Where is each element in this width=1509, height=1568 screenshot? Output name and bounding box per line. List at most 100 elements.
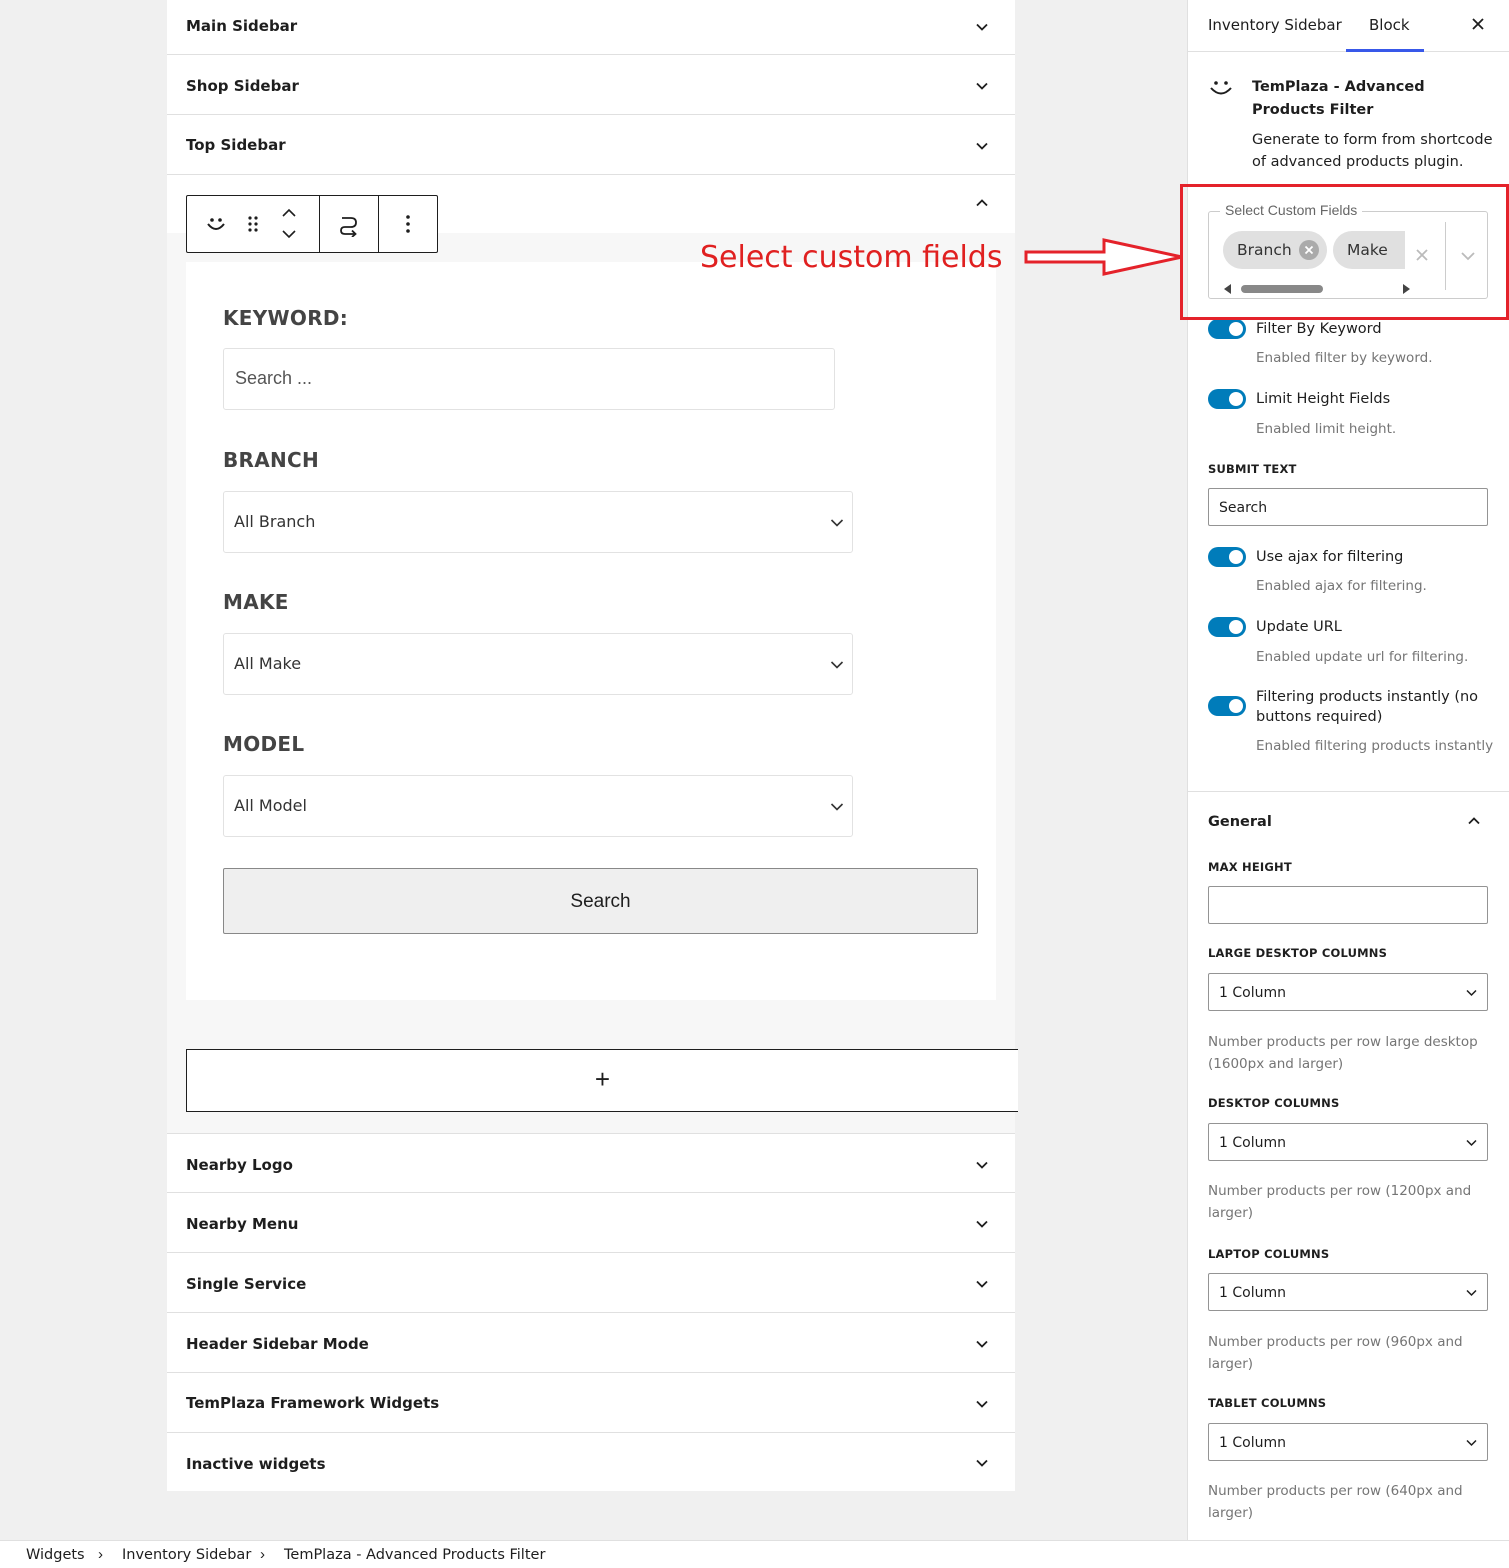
chevron-down-icon[interactable] (975, 79, 989, 93)
move-up-icon[interactable] (281, 207, 297, 219)
toggle-help: Enabled filtering products instantly (1256, 738, 1494, 754)
chevron-down-icon[interactable] (975, 139, 989, 153)
desktop-columns-select[interactable]: 1 Column (1208, 1123, 1488, 1161)
widget-area-shop-sidebar[interactable]: Shop Sidebar (167, 55, 1015, 115)
tablet-columns-help: Number products per row (640px and large… (1208, 1483, 1463, 1521)
chevron-down-icon[interactable] (975, 1397, 989, 1411)
chevron-down-icon[interactable] (975, 1277, 989, 1291)
widget-area-label: Nearby Logo (186, 1156, 293, 1174)
tablet-columns-select[interactable]: 1 Column (1208, 1423, 1488, 1461)
toggle-help: Enabled filter by keyword. (1256, 350, 1433, 366)
filter-search-button[interactable]: Search (223, 868, 978, 934)
templaza-block-icon (1210, 81, 1232, 95)
laptop-columns-label: LAPTOP COLUMNS (1208, 1247, 1330, 1261)
keyword-search-input[interactable]: Search ... (223, 348, 835, 410)
toggle-update-url[interactable] (1208, 617, 1246, 637)
widget-area-top-sidebar[interactable]: Top Sidebar (167, 115, 1015, 175)
make-label: MAKE (223, 590, 289, 614)
widget-area-label: Shop Sidebar (186, 77, 299, 95)
chevron-up-icon[interactable] (975, 196, 989, 210)
toggle-help: Enabled limit height. (1256, 421, 1397, 437)
templaza-block-icon[interactable] (205, 214, 227, 234)
move-down-icon[interactable] (281, 228, 297, 240)
toggle-filtering-instantly[interactable] (1208, 696, 1246, 716)
toggle-limit-height-fields[interactable] (1208, 389, 1246, 409)
block-toolbar-group (187, 196, 320, 252)
tab-block[interactable]: Block (1369, 16, 1410, 34)
widget-area-single-service[interactable]: Single Service (167, 1253, 1015, 1313)
breadcrumb: Widgets › Inventory Sidebar › TemPlaza -… (0, 1540, 1509, 1568)
add-block-plus-icon: + (594, 1064, 611, 1094)
make-select-value: All Make (234, 654, 302, 673)
annotation-text: Select custom fields (700, 240, 1003, 275)
chevron-down-icon (830, 803, 844, 811)
tablet-columns-label: TABLET COLUMNS (1208, 1396, 1327, 1410)
keyword-label: KEYWORD: (223, 306, 349, 330)
chevron-right-icon: › (260, 1546, 265, 1563)
branch-select[interactable]: All Branch (223, 491, 853, 553)
submit-text-input[interactable]: Search (1208, 488, 1488, 526)
toggle-label: Filtering products instantly (no buttons… (1256, 689, 1479, 725)
branch-label: BRANCH (223, 448, 320, 472)
large-desktop-columns-label: LARGE DESKTOP COLUMNS (1208, 946, 1388, 960)
widget-area-label: TemPlaza Framework Widgets (186, 1394, 440, 1412)
block-card-description: Generate to form from shortcode of advan… (1252, 132, 1493, 170)
close-icon[interactable] (1468, 14, 1488, 34)
annotation-arrow-icon (1024, 238, 1183, 276)
select-value: 1 Column (1219, 1285, 1286, 1301)
chevron-down-icon[interactable] (975, 1456, 989, 1470)
tab-inventory-sidebar[interactable]: Inventory Sidebar (1208, 16, 1342, 34)
chevron-down-icon (1466, 989, 1477, 997)
widget-area-main-sidebar[interactable]: Main Sidebar (167, 0, 1015, 55)
breadcrumb-item-widgets[interactable]: Widgets (26, 1547, 85, 1563)
active-tab-indicator (1346, 49, 1424, 52)
breadcrumb-item-current-block[interactable]: TemPlaza - Advanced Products Filter (284, 1547, 545, 1563)
drag-handle-icon[interactable] (247, 215, 259, 233)
breadcrumb-item-inventory-sidebar[interactable]: Inventory Sidebar (122, 1547, 251, 1563)
chevron-right-icon: › (98, 1546, 103, 1563)
model-label: MODEL (223, 732, 305, 756)
chevron-down-icon (830, 661, 844, 669)
block-card-title: TemPlaza - Advanced Products Filter (1252, 79, 1425, 118)
toggle-filter-by-keyword[interactable] (1208, 319, 1246, 339)
toggle-use-ajax[interactable] (1208, 547, 1246, 567)
chevron-down-icon (1466, 1289, 1477, 1297)
widget-area-nearby-logo[interactable]: Nearby Logo (167, 1133, 1015, 1193)
select-value: 1 Column (1219, 1135, 1286, 1151)
laptop-columns-select[interactable]: 1 Column (1208, 1273, 1488, 1311)
chevron-down-icon (1466, 1139, 1477, 1147)
desktop-columns-label: DESKTOP COLUMNS (1208, 1096, 1340, 1110)
max-height-input[interactable] (1208, 886, 1488, 924)
filter-search-button-label: Search (570, 891, 631, 912)
add-block-button[interactable]: + (186, 1049, 1018, 1112)
select-value: 1 Column (1219, 985, 1286, 1001)
widget-area-label: Header Sidebar Mode (186, 1335, 369, 1353)
widget-area-inactive-widgets[interactable]: Inactive widgets (167, 1433, 1015, 1491)
widget-area-header-sidebar-mode[interactable]: Header Sidebar Mode (167, 1313, 1015, 1373)
model-select-value: All Model (234, 796, 307, 815)
widget-area-label: Single Service (186, 1275, 307, 1293)
widget-area-label: Main Sidebar (186, 17, 298, 35)
toggle-help: Enabled ajax for filtering. (1256, 578, 1427, 594)
toggle-label: Filter By Keyword (1256, 321, 1382, 337)
transform-icon[interactable] (338, 213, 360, 237)
widget-area-nearby-menu[interactable]: Nearby Menu (167, 1193, 1015, 1253)
model-select[interactable]: All Model (223, 775, 853, 837)
chevron-down-icon[interactable] (975, 1337, 989, 1351)
large-desktop-columns-select[interactable]: 1 Column (1208, 973, 1488, 1011)
general-panel-title[interactable]: General (1208, 814, 1272, 830)
panel-divider (1188, 791, 1509, 792)
submit-text-label: SUBMIT TEXT (1208, 462, 1297, 476)
chevron-down-icon[interactable] (975, 1158, 989, 1172)
widget-area-templaza-framework-widgets[interactable]: TemPlaza Framework Widgets (167, 1373, 1015, 1433)
chevron-down-icon (1466, 1439, 1477, 1447)
make-select[interactable]: All Make (223, 633, 853, 695)
large-desktop-columns-help: Number products per row large desktop (1… (1208, 1034, 1478, 1072)
chevron-down-icon[interactable] (975, 20, 989, 34)
more-options-icon[interactable] (405, 214, 411, 234)
chevron-down-icon[interactable] (975, 1217, 989, 1231)
laptop-columns-help: Number products per row (960px and large… (1208, 1334, 1463, 1372)
chevron-up-icon[interactable] (1467, 814, 1481, 828)
inspector-tabs: Inventory Sidebar Block (1188, 0, 1509, 52)
desktop-columns-help: Number products per row (1200px and larg… (1208, 1183, 1472, 1221)
